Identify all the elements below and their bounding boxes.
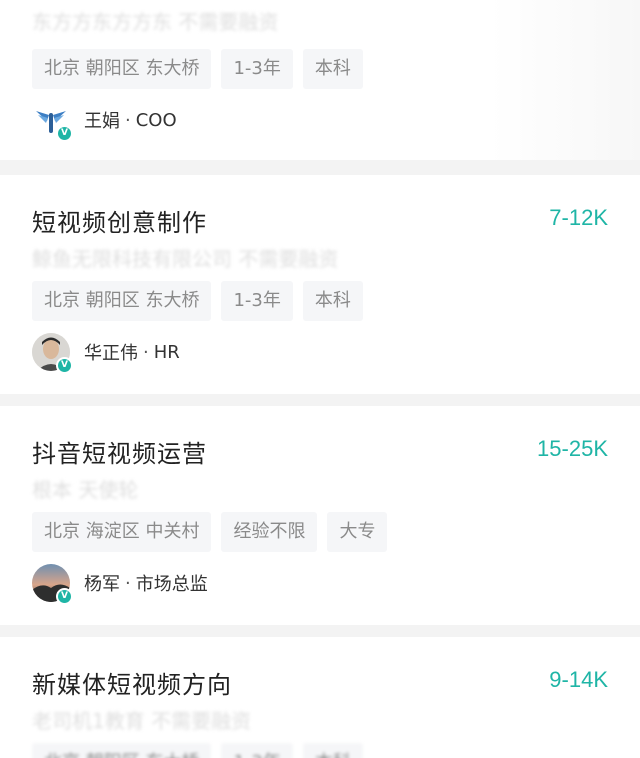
job-card[interactable]: 新媒体短视频方向 9-14K 老司机1教育 不需要融资 北京 朝阳区 东大桥 1… xyxy=(0,637,640,758)
recruiter-title: 市场总监 xyxy=(135,574,208,595)
experience-tag: 经验不限 xyxy=(221,512,318,552)
job-title: 抖音短视频运营 xyxy=(32,440,207,468)
recruiter-avatar: V xyxy=(32,101,73,142)
education-tag: 本科 xyxy=(302,743,363,758)
recruiter: V 华正伟 · HR xyxy=(32,333,180,374)
tag-list: 北京 海淀区 中关村 经验不限 大专 xyxy=(32,512,388,552)
job-salary: 9-14K xyxy=(549,667,608,692)
tag-list: 北京 朝阳区 东大桥 1-3年 本科 xyxy=(32,743,363,758)
location-tag: 北京 朝阳区 东大桥 xyxy=(32,49,212,89)
location-tag: 北京 朝阳区 东大桥 xyxy=(32,743,212,758)
recruiter-name: 王娟 xyxy=(84,111,120,132)
company-info: 鲸鱼无限科技有限公司 不需要融资 xyxy=(32,247,339,271)
card-shade xyxy=(490,0,640,160)
recruiter: V 杨军 · 市场总监 xyxy=(32,564,208,605)
tag-list: 北京 朝阳区 东大桥 1-3年 本科 xyxy=(32,281,363,321)
job-title: 短视频创意制作 xyxy=(32,209,207,237)
job-card[interactable]: 抖音短视频运营 15-25K 根本 天使轮 北京 海淀区 中关村 经验不限 大专 xyxy=(0,406,640,625)
job-salary: 15-25K xyxy=(537,436,608,461)
verified-badge-icon: V xyxy=(56,357,73,374)
experience-tag: 1-3年 xyxy=(221,743,293,758)
recruiter-avatar: V xyxy=(32,564,73,605)
recruiter-avatar: V xyxy=(32,333,73,374)
verified-badge-icon: V xyxy=(56,588,73,605)
job-card[interactable]: 东方方东方方东 不需要融资 北京 朝阳区 东大桥 1-3年 本科 V 王娟 · … xyxy=(0,0,640,160)
job-title: 新媒体短视频方向 xyxy=(32,671,232,699)
location-tag: 北京 朝阳区 东大桥 xyxy=(32,281,212,321)
education-tag: 本科 xyxy=(302,281,363,321)
experience-tag: 1-3年 xyxy=(221,49,293,89)
experience-tag: 1-3年 xyxy=(221,281,293,321)
education-tag: 本科 xyxy=(302,49,363,89)
recruiter-name: 杨军 xyxy=(84,574,120,595)
job-card[interactable]: 短视频创意制作 7-12K 鲸鱼无限科技有限公司 不需要融资 北京 朝阳区 东大… xyxy=(0,175,640,394)
verified-badge-icon: V xyxy=(56,125,73,142)
separator-dot: · xyxy=(125,572,131,594)
job-salary: 7-12K xyxy=(549,205,608,230)
recruiter-title: COO xyxy=(135,109,177,131)
separator-dot: · xyxy=(125,109,131,131)
company-info: 根本 天使轮 xyxy=(32,478,139,502)
tag-list: 北京 朝阳区 东大桥 1-3年 本科 xyxy=(32,49,363,89)
education-tag: 大专 xyxy=(327,512,388,552)
recruiter: V 王娟 · COO xyxy=(32,101,177,142)
recruiter-title: HR xyxy=(153,341,180,363)
company-info: 老司机1教育 不需要融资 xyxy=(32,709,252,733)
company-info: 东方方东方方东 不需要融资 xyxy=(32,10,279,34)
recruiter-name: 华正伟 xyxy=(84,343,138,364)
separator-dot: · xyxy=(143,341,149,363)
location-tag: 北京 海淀区 中关村 xyxy=(32,512,212,552)
